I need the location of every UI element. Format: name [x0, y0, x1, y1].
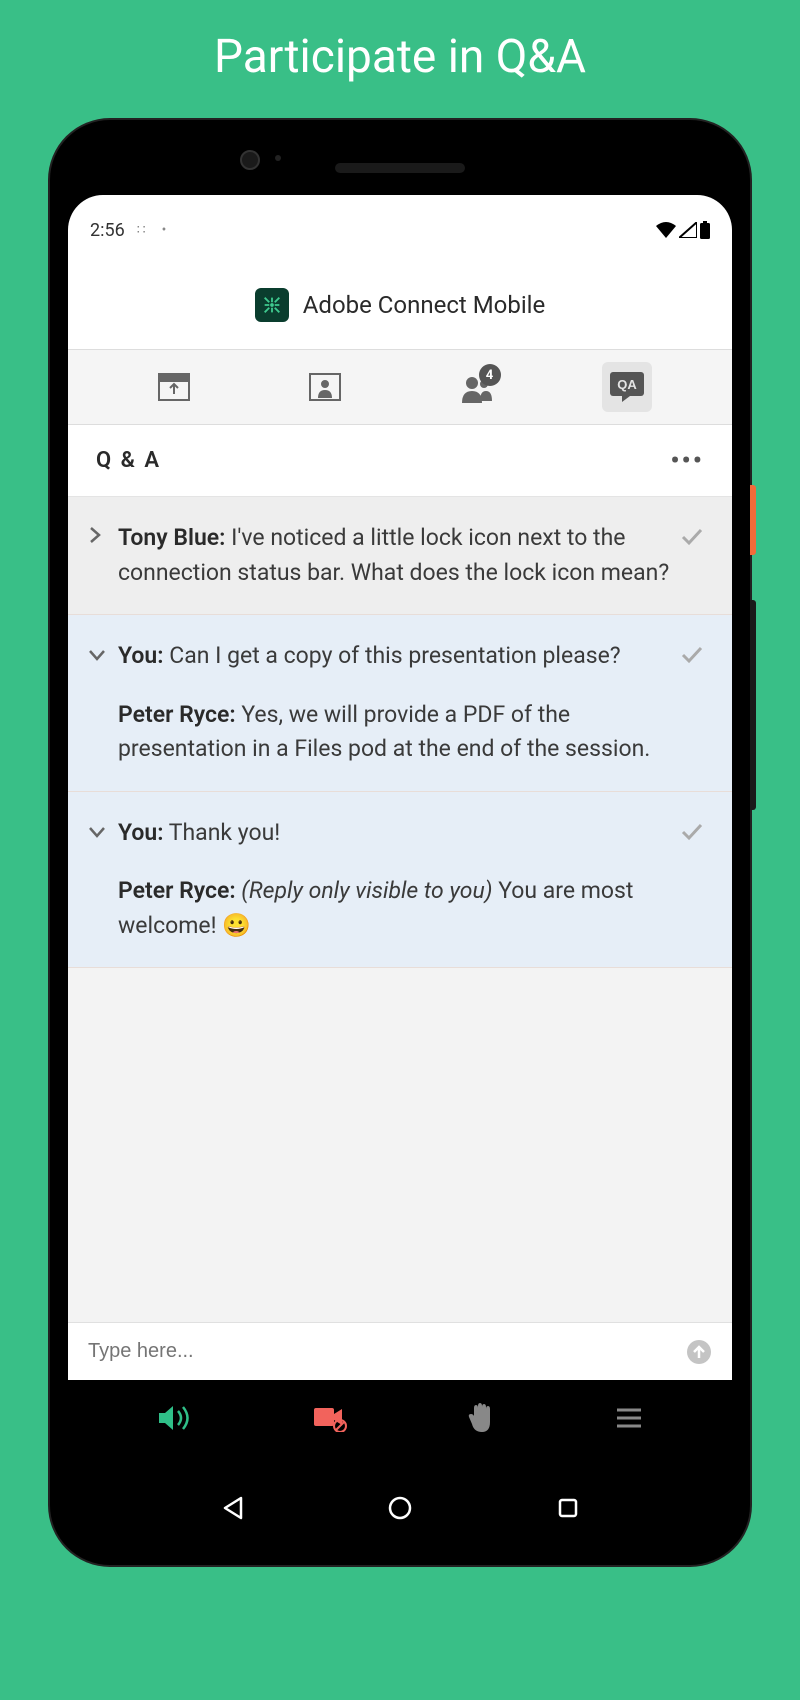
video-button[interactable]: [312, 1404, 348, 1436]
hamburger-icon: [615, 1407, 643, 1429]
svg-text:QA: QA: [617, 377, 637, 392]
qa-section-header: Q & A •••: [68, 425, 732, 497]
status-time: 2:56: [90, 220, 125, 241]
chevron-down-icon[interactable]: [88, 816, 110, 944]
square-recent-icon: [557, 1497, 579, 1519]
chevron-down-icon[interactable]: [88, 639, 110, 767]
qa-author: Tony Blue:: [118, 524, 225, 551]
phone-power-button: [750, 485, 756, 555]
check-icon: [680, 639, 708, 767]
qa-item[interactable]: You: Can I get a copy of this presentati…: [68, 615, 732, 792]
nav-home-button[interactable]: [388, 1496, 412, 1524]
triangle-back-icon: [221, 1496, 243, 1520]
signal-icon: [679, 222, 697, 238]
speaker-on-icon: [157, 1403, 193, 1433]
more-options-button[interactable]: •••: [670, 446, 704, 476]
battery-icon: [700, 221, 710, 239]
qa-item[interactable]: You: Thank you! Peter Ryce: (Reply only …: [68, 792, 732, 969]
wifi-icon: [656, 222, 676, 238]
app-logo-icon: [255, 288, 289, 322]
tab-person[interactable]: [300, 362, 350, 412]
action-bar: [68, 1380, 732, 1460]
menu-button[interactable]: [615, 1407, 643, 1433]
tab-attendees[interactable]: 4: [451, 362, 501, 412]
qa-reply-author: Peter Ryce:: [118, 877, 236, 904]
qa-item[interactable]: Tony Blue: I've noticed a little lock ic…: [68, 497, 732, 615]
tab-qa[interactable]: QA: [602, 362, 652, 412]
person-icon: [308, 372, 342, 402]
share-icon: [157, 372, 191, 402]
hand-icon: [466, 1402, 496, 1434]
status-right-icons: [656, 221, 710, 239]
screen: 2:56 ∷ • Adobe Connect Mobile: [68, 195, 732, 1460]
arrow-up-circle-icon: [686, 1339, 712, 1365]
check-icon: [680, 816, 708, 944]
send-button[interactable]: [686, 1339, 712, 1365]
check-icon: [680, 521, 708, 590]
qa-list: Tony Blue: I've noticed a little lock ic…: [68, 497, 732, 1322]
camera-icon: [240, 150, 260, 170]
message-input-bar: [68, 1322, 732, 1380]
sensor-icon: [275, 155, 281, 161]
qa-icon: QA: [608, 370, 646, 404]
qa-content: Tony Blue: I've noticed a little lock ic…: [118, 521, 672, 590]
tab-share[interactable]: [149, 362, 199, 412]
tabs-row: 4 QA: [68, 350, 732, 425]
nav-back-button[interactable]: [221, 1496, 243, 1524]
app-header: Adobe Connect Mobile: [68, 260, 732, 350]
page-title: Participate in Q&A: [0, 0, 800, 84]
nav-recent-button[interactable]: [557, 1497, 579, 1523]
qa-reply-author: Peter Ryce:: [118, 701, 236, 728]
qa-content: You: Thank you! Peter Ryce: (Reply only …: [118, 816, 672, 944]
qa-question-text: Can I get a copy of this presentation pl…: [164, 642, 621, 669]
qa-author: You:: [118, 642, 164, 669]
phone-volume-button: [750, 600, 756, 810]
chevron-right-icon[interactable]: [88, 521, 110, 590]
phone-frame: 2:56 ∷ • Adobe Connect Mobile: [50, 120, 750, 1565]
qa-author: You:: [118, 819, 164, 846]
circle-home-icon: [388, 1496, 412, 1520]
status-bar: 2:56 ∷ •: [68, 195, 732, 240]
section-title: Q & A: [96, 448, 161, 473]
video-off-icon: [312, 1404, 348, 1432]
qa-question-text: Thank you!: [164, 819, 281, 846]
qa-content: You: Can I get a copy of this presentati…: [118, 639, 672, 767]
speaker-grill: [335, 163, 465, 173]
qa-reply-note: (Reply only visible to you): [236, 877, 499, 904]
app-title: Adobe Connect Mobile: [303, 291, 545, 319]
attendees-badge: 4: [479, 364, 501, 386]
raise-hand-button[interactable]: [466, 1402, 496, 1438]
message-input[interactable]: [88, 1340, 686, 1363]
android-nav-bar: [68, 1480, 732, 1540]
status-indicators-icon: ∷ •: [137, 222, 170, 238]
audio-button[interactable]: [157, 1403, 193, 1437]
